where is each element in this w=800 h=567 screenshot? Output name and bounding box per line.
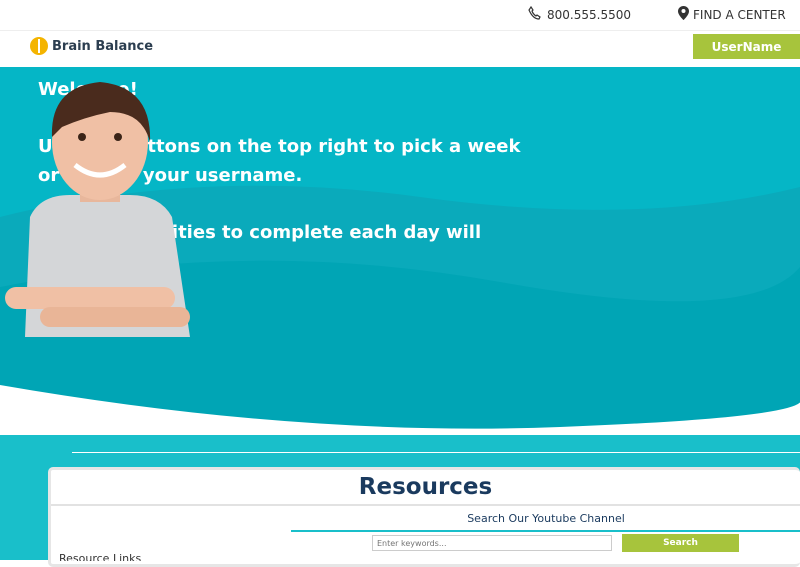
top-bar: 800.555.5500 FIND A CENTER (0, 0, 800, 31)
logo-text: Brain Balance (52, 38, 154, 54)
youtube-search-input[interactable] (372, 535, 612, 551)
resources-card: Resources Search Our Youtube Channel Sea… (48, 467, 800, 567)
youtube-search-title: Search Our Youtube Channel (291, 512, 800, 532)
youtube-search-button[interactable]: Search (622, 534, 739, 552)
resources-title: Resources (51, 470, 800, 506)
hero-banner: Welcome! Use the buttons on the top righ… (0, 67, 800, 435)
username-button[interactable]: UserName (693, 34, 800, 59)
map-pin-icon (678, 6, 689, 23)
resources-section: Resources Search Our Youtube Channel Sea… (0, 435, 800, 567)
child-photo (5, 82, 190, 337)
phone-link[interactable]: 800.555.5500 (528, 5, 631, 23)
section-divider (72, 452, 800, 453)
find-center-label: FIND A CENTER (693, 7, 786, 22)
phone-number: 800.555.5500 (547, 7, 631, 22)
nav-bar: Brain Balance UserName (0, 31, 800, 67)
brand-logo[interactable]: Brain Balance (30, 37, 153, 55)
brain-logo-icon (30, 37, 48, 55)
phone-icon (528, 5, 542, 23)
find-center-link[interactable]: FIND A CENTER (678, 6, 786, 23)
